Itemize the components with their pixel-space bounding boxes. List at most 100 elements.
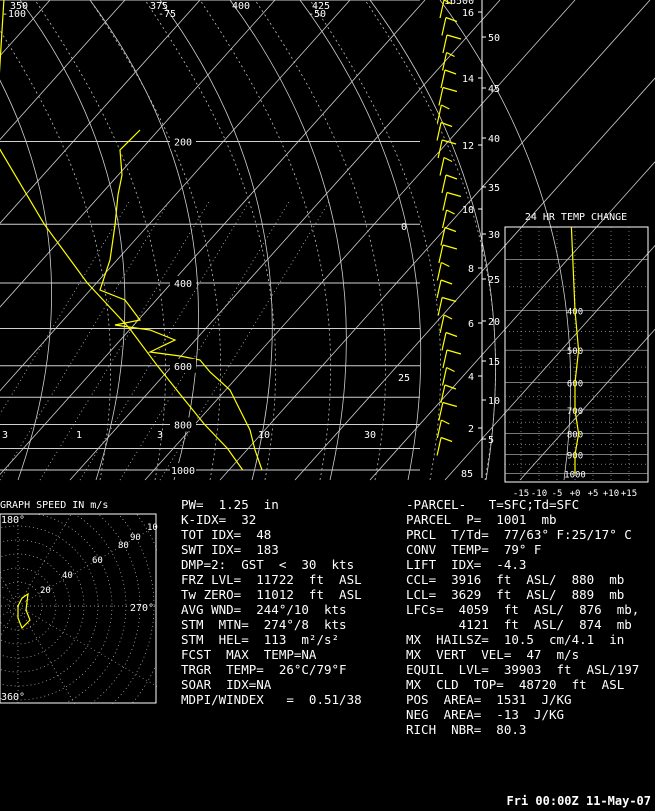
indices-line: STM HEL= 113 m²/s²	[181, 632, 340, 647]
isotherm-label: 3	[157, 430, 163, 441]
hodo-ring-label: 40	[62, 571, 73, 581]
isotherm-line	[519, 328, 655, 481]
wind-barb	[436, 419, 442, 439]
parcel-line: CCL= 3916 ft ASL/ 880 mb	[406, 572, 625, 587]
hodo-spoke	[17, 605, 75, 704]
isotherm-line	[0, 0, 51, 57]
height-kft-label: 20	[488, 317, 500, 328]
hodo-ring-label: 90	[130, 533, 141, 543]
isobar-label: 400	[174, 279, 192, 290]
hodograph-title: GRAPH SPEED IN m/s	[0, 500, 108, 511]
moist-adiabat	[364, 0, 497, 481]
wind-barb	[436, 437, 442, 456]
hodo-spoke	[17, 514, 72, 607]
wind-barb	[442, 34, 448, 54]
height-kft-label: 40	[488, 134, 500, 145]
wind-barb-flag	[446, 191, 462, 198]
wind-barb	[442, 52, 448, 71]
height-bottom-label: 85	[461, 469, 473, 480]
height-kft-label: 10	[488, 396, 500, 407]
wind-barb-flag	[443, 156, 453, 163]
wind-barb	[436, 262, 442, 281]
indices-line: FRZ LVL= 11722 ft ASL	[181, 572, 362, 587]
isotherm-line	[369, 161, 655, 481]
height-kft-label: 35	[488, 183, 500, 194]
parcel-line: MX VERT VEL= 47 m/s	[406, 647, 580, 662]
mixing-ratio-line	[159, 199, 331, 481]
hodograph-rings	[0, 514, 157, 704]
wind-barb	[440, 69, 446, 89]
height-scale: 16 14 12 10 8 6 4 2 50 45 40 35 30 25 20 15 10 5 16500 85	[444, 0, 500, 480]
parcel-line: LCL= 3629 ft ASL/ 889 mb	[406, 587, 625, 602]
top-temp-label: -50	[308, 9, 326, 20]
indices-line: FCST MAX TEMP=NA	[181, 647, 317, 662]
wind-barb	[439, 157, 445, 176]
hodo-ring-label: 20	[40, 586, 51, 596]
indices-line: Tw ZERO= 11012 ft ASL	[181, 587, 362, 602]
dry-adiabat	[89, 0, 199, 481]
height-km-label: 10	[462, 205, 474, 216]
height-km-label: 2	[468, 424, 474, 435]
wind-barb	[436, 104, 442, 124]
hodo-ring-label: 60	[92, 556, 103, 566]
dry-adiabat	[159, 0, 273, 481]
top-temp-label: -75	[158, 9, 176, 20]
wind-barb-flag	[440, 121, 453, 128]
height-top-label: 16500	[444, 0, 474, 7]
height-km-label: 16	[462, 8, 474, 19]
sounding-trace	[0, 0, 263, 471]
isotherm-label: 10	[258, 430, 270, 441]
wind-barb-flag	[446, 349, 462, 355]
temp-change-panel: 24 HR TEMP CHANGE4005006007008009001000-…	[504, 212, 649, 499]
isobar-label: 800	[174, 420, 192, 431]
wind-barb-flag	[442, 86, 458, 93]
wind-barb-flag	[443, 314, 453, 320]
isotherm-line	[0, 0, 126, 141]
isobar-label: 600	[174, 362, 192, 373]
hodo-ring-label: 10	[147, 523, 158, 533]
temperature-line	[0, 0, 244, 471]
hodo-spoke	[0, 605, 19, 617]
indices-panel: PW= 1.25 in K-IDX= 32 TOT IDX= 48 SWT IDX= …	[181, 497, 362, 707]
wind-barb-flag	[442, 401, 458, 408]
wind-barb-flag	[442, 244, 458, 250]
parcel-line: NEG AREA= -13 J/KG	[406, 707, 565, 722]
indices-line: AVG WND= 244°/10 kts	[181, 602, 347, 617]
parcel-line: LIFT IDX= -4.3	[406, 557, 527, 572]
wind-barb	[441, 17, 447, 36]
hodo-dir-label: 360°	[1, 692, 25, 703]
height-km-label: 6	[468, 319, 474, 330]
wind-barb	[440, 384, 446, 404]
height-km-label: 14	[462, 74, 474, 85]
indices-line: MDPI/WINDEX = 0.51/38	[181, 692, 362, 707]
wind-barb-flag	[445, 16, 458, 23]
height-km-label: 4	[468, 372, 474, 383]
height-kft-label: 45	[488, 84, 500, 95]
wind-barb	[437, 297, 443, 316]
mixing-ratio-line	[0, 199, 131, 415]
hodo-spoke	[0, 595, 19, 607]
indices-line: DMP=2: GST < 30 kts	[181, 557, 355, 572]
wind-barb	[436, 279, 442, 299]
isotherm-label: 0	[401, 222, 407, 233]
dry-adiabat	[19, 0, 126, 481]
wind-barb	[441, 367, 448, 386]
hodo-ring-label: 80	[118, 541, 129, 551]
isotherm-label: 3	[2, 430, 8, 441]
wind-barb-flag	[446, 366, 455, 373]
wind-barb	[441, 174, 447, 194]
parcel-line: PARCEL P= 1001 mb	[406, 512, 557, 527]
indices-line: SWT IDX= 183	[181, 542, 279, 557]
hodo-ring	[0, 525, 99, 687]
isotherm-line	[0, 0, 276, 308]
hodograph-trace	[17, 592, 31, 630]
wind-barb	[442, 192, 448, 211]
indices-line: STM MTN= 274°/8 kts	[181, 617, 347, 632]
indices-line: K-IDX= 32	[181, 512, 257, 527]
isotherm-label: 1	[76, 430, 82, 441]
skewt-labels: 2004006008001000350 375 400 425-100 -75 -5002…	[2, 1, 410, 478]
wind-barb-flag	[444, 226, 457, 233]
mixing-ratio-line	[0, 199, 171, 481]
height-km-label: 12	[462, 141, 474, 152]
isobar-label: 200	[174, 137, 192, 148]
